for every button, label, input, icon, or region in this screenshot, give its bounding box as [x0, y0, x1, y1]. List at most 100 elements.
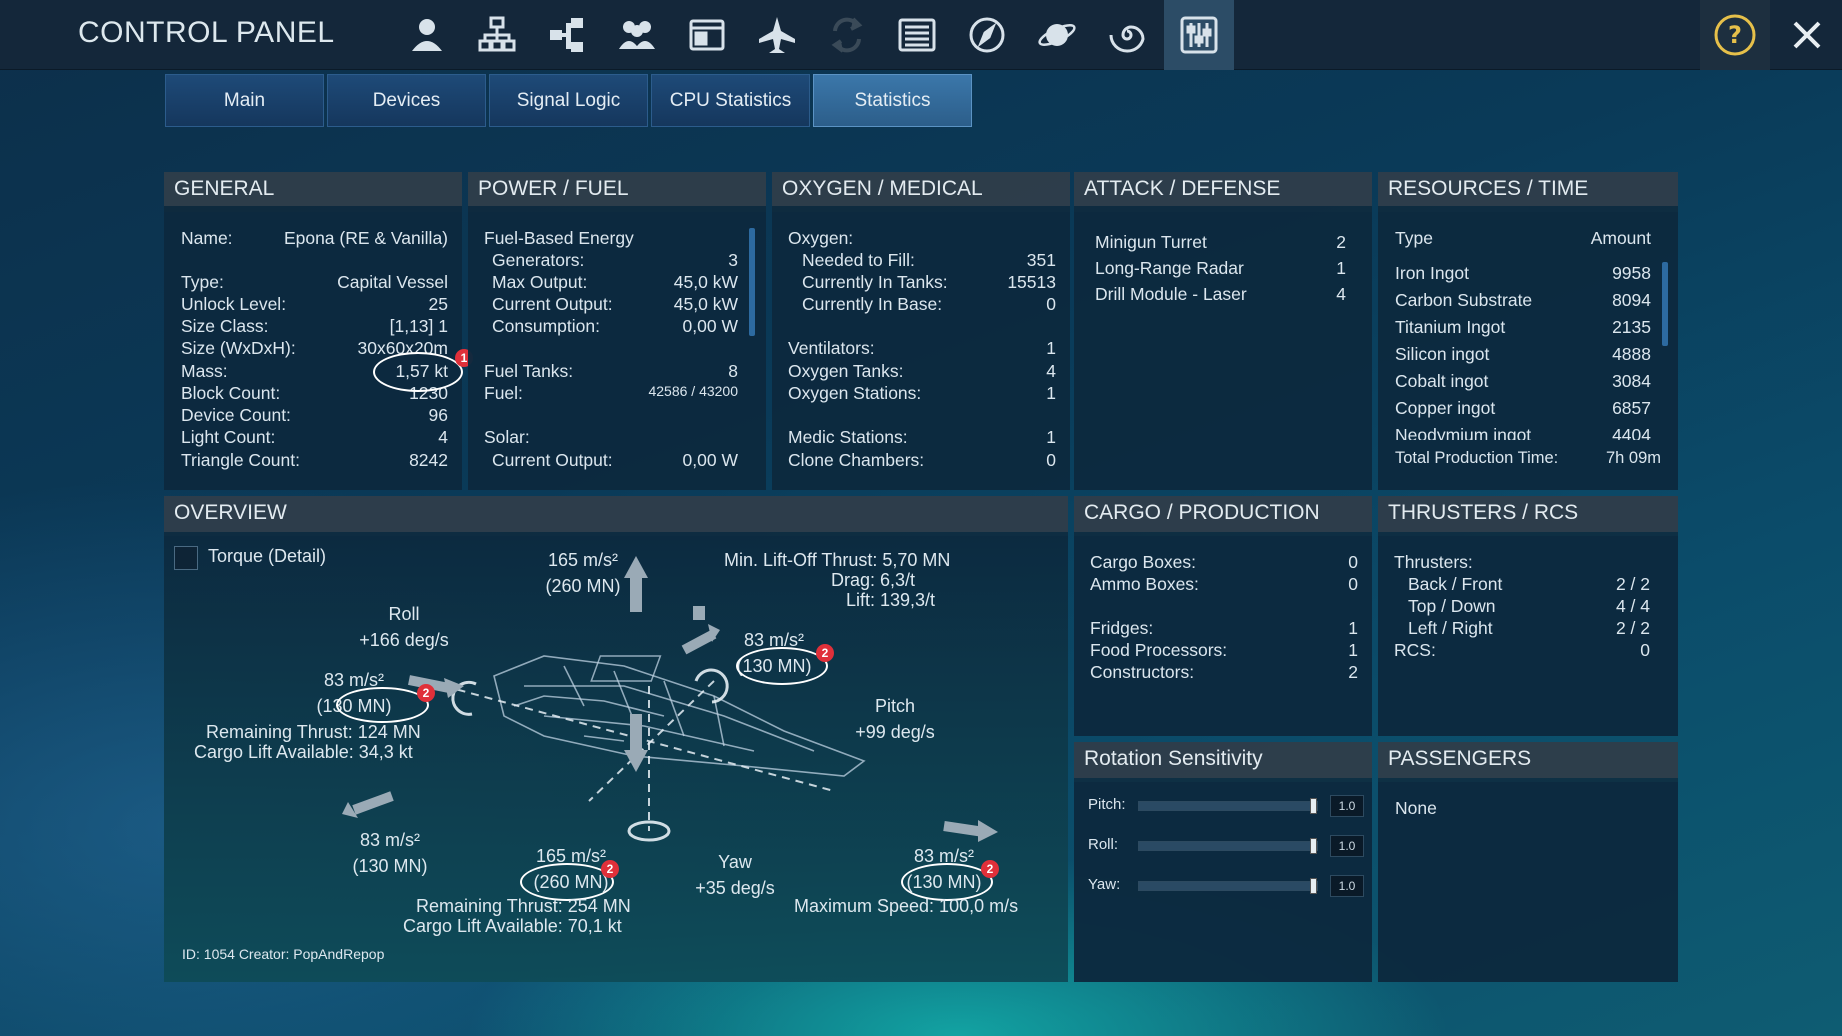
- cargo-panel: CARGO / PRODUCTION Cargo Boxes: 0 Ammo Bo…: [1074, 496, 1372, 736]
- yaw-slider[interactable]: [1138, 878, 1318, 894]
- lowleft-thrust-accel: 83 m/s²: [359, 830, 420, 850]
- power-panel: POWER / FUEL Fuel-Based Energy Generator…: [468, 172, 766, 490]
- tab-signal-logic[interactable]: Signal Logic: [489, 74, 648, 127]
- tab-bar: Main Devices Signal Logic CPU Statistics…: [165, 74, 972, 127]
- general-row: Device Count: 96: [181, 405, 448, 425]
- passengers-panel: PASSENGERS None: [1378, 742, 1678, 982]
- list-icon[interactable]: [882, 0, 952, 70]
- oxygen-label: Oxygen:: [788, 228, 854, 248]
- cargo-row: Fridges: 1: [1090, 618, 1358, 638]
- attack-panel: ATTACK / DEFENSE Minigun Turret 2 Long-Ra…: [1074, 172, 1372, 490]
- cargo-row: Cargo Boxes: 0: [1090, 552, 1358, 572]
- tab-devices[interactable]: Devices: [327, 74, 486, 127]
- compass-icon[interactable]: [952, 0, 1022, 70]
- cargo-row: Food Processors: 1: [1090, 640, 1358, 660]
- roll-slider-fill: [1139, 842, 1317, 850]
- svg-text:?: ?: [1728, 21, 1742, 49]
- passengers-title: PASSENGERS: [1378, 742, 1678, 778]
- rotation-title: Rotation Sensitivity: [1074, 742, 1372, 778]
- resource-row: Copper ingot 6857: [1395, 398, 1651, 418]
- oxygen-row: Oxygen Stations: 1: [788, 383, 1056, 403]
- structure-icon[interactable]: [462, 0, 532, 70]
- power-scrollbar[interactable]: [749, 228, 755, 336]
- faction-icon[interactable]: [602, 0, 672, 70]
- power-row: Current Output: 45,0 kW: [492, 294, 738, 314]
- roll-slider[interactable]: [1138, 838, 1318, 854]
- pitch-value: +99 deg/s: [855, 722, 935, 742]
- help-icon[interactable]: ?: [1700, 0, 1770, 70]
- resource-row: Silicon ingot 4888: [1395, 344, 1651, 364]
- control-panel-icon[interactable]: [1164, 0, 1234, 70]
- solar-output-row: Current Output: 0,00 W: [492, 450, 738, 470]
- oxygen-row: Currently In Tanks: 15513: [802, 272, 1056, 292]
- thruster-row: Left / Right 2 / 2: [1408, 618, 1650, 638]
- tab-main[interactable]: Main: [165, 74, 324, 127]
- ship-icon[interactable]: [742, 0, 812, 70]
- planet-icon[interactable]: [1022, 0, 1092, 70]
- overview-panel: OVERVIEW Torque (Detail) 165 m/s² (260 M…: [164, 496, 1068, 982]
- oxygen-title: OXYGEN / MEDICAL: [772, 172, 1070, 206]
- resources-title: RESOURCES / TIME: [1378, 172, 1678, 206]
- cargo-row: Ammo Boxes: 0: [1090, 574, 1358, 594]
- oxygen-row: Oxygen Tanks: 4: [788, 361, 1056, 381]
- oxygen-row: Needed to Fill: 351: [802, 250, 1056, 270]
- rcs-row: RCS: 0: [1394, 640, 1650, 660]
- resources-scrollbar[interactable]: [1662, 262, 1668, 346]
- power-row: Consumption: 0,00 W: [492, 316, 738, 336]
- power-row: Generators: 3: [492, 250, 738, 270]
- pitch-slider[interactable]: [1138, 798, 1318, 814]
- yaw-slider-value[interactable]: 1.0: [1330, 875, 1364, 897]
- attack-row: Minigun Turret 2: [1095, 232, 1346, 252]
- oxygen-row: Currently In Base: 0: [802, 294, 1056, 314]
- yaw-label: Yaw: [718, 852, 752, 872]
- cargo-row: Constructors: 2: [1090, 662, 1358, 682]
- oxygen-row: Clone Chambers: 0: [788, 450, 1056, 470]
- left-thrust-circle: [336, 687, 429, 723]
- fuel-energy-label: Fuel-Based Energy: [484, 228, 634, 248]
- resource-row: Iron Ingot 9958: [1395, 263, 1651, 283]
- pitch-slider-thumb[interactable]: [1310, 798, 1317, 814]
- general-row: Size Class: [1,13] 1: [181, 316, 448, 336]
- window-icon[interactable]: [672, 0, 742, 70]
- power-title: POWER / FUEL: [468, 172, 766, 206]
- thruster-row: Back / Front 2 / 2: [1408, 574, 1650, 594]
- pitch-slider-fill: [1139, 802, 1317, 810]
- roll-slider-value[interactable]: 1.0: [1330, 835, 1364, 857]
- tab-statistics[interactable]: Statistics: [813, 74, 972, 127]
- swap-icon[interactable]: [812, 0, 882, 70]
- top-bar: CONTROL PANEL ?: [0, 0, 1842, 70]
- yaw-slider-label: Yaw:: [1088, 876, 1121, 893]
- general-row: Light Count: 4: [181, 427, 448, 447]
- general-panel: GENERAL Name: Epona (RE & Vanilla) Type: C…: [164, 172, 473, 490]
- general-row: Name: Epona (RE & Vanilla): [181, 228, 448, 248]
- tab-cpu-statistics[interactable]: CPU Statistics: [651, 74, 810, 127]
- resource-row: Cobalt ingot 3084: [1395, 371, 1651, 391]
- resource-row: Carbon Substrate 8094: [1395, 290, 1651, 310]
- left-remaining-thrust: Remaining Thrust: 124 MN: [206, 722, 421, 742]
- roll-slider-thumb[interactable]: [1310, 838, 1317, 854]
- pitch-slider-value[interactable]: 1.0: [1330, 795, 1364, 817]
- upright-thrust-badge: 2: [816, 644, 834, 662]
- left-thrust-badge: 2: [417, 684, 435, 702]
- min-liftoff-thrust: Min. Lift-Off Thrust: 5,70 MN: [724, 550, 951, 570]
- oxygen-row: Ventilators: 1: [788, 338, 1056, 358]
- hierarchy-icon[interactable]: [532, 0, 602, 70]
- thrusters-panel: THRUSTERS / RCS Thrusters: Back / Front 2…: [1378, 496, 1678, 736]
- bottom-thrust-badge: 2: [601, 860, 619, 878]
- close-icon[interactable]: [1772, 0, 1842, 70]
- pitch-slider-label: Pitch:: [1088, 796, 1126, 813]
- galaxy-icon[interactable]: [1092, 0, 1162, 70]
- power-row: Max Output: 45,0 kW: [492, 272, 738, 292]
- drag-value: Drag: 6,3/t: [831, 570, 916, 590]
- resources-panel: RESOURCES / TIME Type Amount Iron Ingot 99…: [1378, 172, 1678, 490]
- lowleft-thrust-force: (130 MN): [352, 856, 428, 876]
- rotation-panel: Rotation Sensitivity Pitch: 1.0 Roll: 1.…: [1074, 742, 1372, 982]
- total-production-row: Total Production Time: 7h 09m: [1395, 449, 1661, 467]
- player-icon[interactable]: [392, 0, 462, 70]
- mass-highlight-circle: [373, 352, 463, 392]
- attack-title: ATTACK / DEFENSE: [1074, 172, 1372, 206]
- yaw-slider-thumb[interactable]: [1310, 878, 1317, 894]
- attack-row: Long-Range Radar 1: [1095, 258, 1346, 278]
- oxygen-panel: OXYGEN / MEDICAL Oxygen: Needed to Fill:…: [772, 172, 1070, 490]
- cargo-title: CARGO / PRODUCTION: [1074, 496, 1372, 532]
